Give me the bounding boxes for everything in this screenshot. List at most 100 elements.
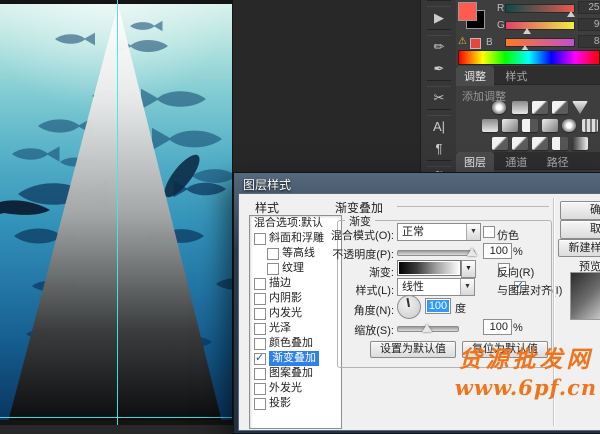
panel-grip[interactable] <box>427 80 451 87</box>
style-select[interactable]: 线性 ▼ <box>397 278 475 296</box>
gradient-preview-bar[interactable] <box>397 260 461 276</box>
invert-icon[interactable] <box>492 137 508 150</box>
scale-slider-thumb[interactable] <box>422 324 432 332</box>
threshold-icon[interactable] <box>532 137 548 150</box>
tab-adjustments[interactable]: 调整 <box>456 66 494 86</box>
green-channel-label: G <box>497 20 505 31</box>
new-style-button[interactable]: 新建样式(W)... <box>558 239 600 257</box>
panel-grip[interactable] <box>427 0 451 7</box>
panel-grip[interactable] <box>427 109 451 116</box>
vibrance-icon[interactable] <box>572 101 588 114</box>
actions-panel-icon[interactable]: ▶ <box>421 7 457 29</box>
gradient-map-icon[interactable] <box>552 137 568 150</box>
texture-checkbox[interactable] <box>267 263 279 275</box>
blend-mode-select[interactable]: 正常 ▼ <box>397 223 481 241</box>
color-spectrum-ramp[interactable] <box>458 50 600 65</box>
list-item-drop-shadow[interactable]: 投影 <box>250 396 341 411</box>
red-slider-thumb[interactable] <box>567 11 575 17</box>
brush-presets-panel-icon[interactable]: ✏ <box>421 36 457 58</box>
vertical-guide[interactable] <box>117 0 118 425</box>
color-overlay-checkbox[interactable] <box>254 338 266 350</box>
red-slider[interactable] <box>505 4 575 13</box>
contour-checkbox[interactable] <box>267 248 279 260</box>
underwater-photo-layer <box>0 4 232 420</box>
blue-slider[interactable] <box>505 38 575 47</box>
list-item-outer-glow[interactable]: 外发光 <box>250 381 341 396</box>
color-lookup-icon[interactable] <box>582 119 598 132</box>
posterize-icon[interactable] <box>512 137 528 150</box>
red-value[interactable]: 255 <box>578 1 600 14</box>
drop-shadow-checkbox[interactable] <box>254 398 266 410</box>
list-item-color-overlay[interactable]: 颜色叠加 <box>250 336 341 351</box>
angle-unit: 度 <box>455 300 466 316</box>
panel-grip[interactable] <box>427 160 451 167</box>
green-value[interactable]: 90 <box>578 18 600 31</box>
tab-styles[interactable]: 样式 <box>497 66 535 86</box>
gradient-picker-arrow[interactable]: ▼ <box>461 260 476 278</box>
style-value: 线性 <box>402 281 424 293</box>
dialog-title: 图层样式 <box>243 176 291 193</box>
foreground-color-swatch[interactable] <box>458 2 477 21</box>
opacity-slider-thumb[interactable] <box>467 248 477 256</box>
dither-label: 仿色 <box>497 227 519 243</box>
levels-icon[interactable] <box>512 101 528 114</box>
adjustments-tabbar: 调整 样式 <box>456 66 600 85</box>
angle-value: 100 <box>427 300 449 312</box>
curves-icon[interactable] <box>532 101 548 114</box>
black-white-icon[interactable] <box>522 119 538 132</box>
angle-needle <box>406 298 409 307</box>
gamut-warning-icon[interactable]: ⚠ <box>458 36 467 47</box>
scale-value[interactable]: 100 <box>483 319 512 335</box>
styles-list-header: 样式 <box>255 199 279 216</box>
chevron-down-icon: ▼ <box>460 279 474 295</box>
dither-checkbox[interactable] <box>483 226 495 238</box>
clone-source-panel-icon[interactable]: ✒ <box>421 58 457 80</box>
scale-unit: % <box>513 322 523 334</box>
channel-mixer-icon[interactable] <box>562 119 576 132</box>
tab-layers[interactable]: 图层 <box>456 152 494 172</box>
hue-saturation-icon[interactable] <box>482 119 498 132</box>
watermark-line2: www.6pf.cn <box>452 375 600 401</box>
tab-channels[interactable]: 通道 <box>497 152 535 172</box>
green-slider[interactable] <box>505 21 575 30</box>
opacity-unit: % <box>513 246 523 258</box>
panel-grip[interactable] <box>427 29 451 36</box>
list-item-gradient-overlay[interactable]: 渐变叠加 <box>250 351 341 366</box>
document-canvas[interactable] <box>0 0 233 425</box>
paragraph-panel-icon[interactable]: ¶ <box>421 138 457 160</box>
character-panel-icon[interactable]: A| <box>421 116 457 138</box>
tab-paths[interactable]: 路径 <box>539 152 577 172</box>
inner-glow-checkbox[interactable] <box>254 308 266 320</box>
pattern-overlay-checkbox[interactable] <box>254 368 266 380</box>
gradient-overlay-checkbox[interactable] <box>254 353 266 365</box>
satin-checkbox[interactable] <box>254 323 266 335</box>
outer-glow-checkbox[interactable] <box>254 383 266 395</box>
horizontal-guide[interactable] <box>0 417 232 418</box>
color-balance-icon[interactable] <box>502 119 518 132</box>
angle-dial[interactable] <box>397 295 421 319</box>
opacity-value[interactable]: 100 <box>483 243 512 259</box>
angle-input[interactable]: 100 <box>425 298 451 314</box>
stroke-checkbox[interactable] <box>254 278 266 290</box>
exposure-icon[interactable] <box>552 101 568 114</box>
list-item-pattern-overlay[interactable]: 图案叠加 <box>250 366 341 381</box>
tool-presets-panel-icon[interactable]: ✂ <box>421 87 457 109</box>
green-slider-thumb[interactable] <box>523 28 531 34</box>
bevel-emboss-checkbox[interactable] <box>254 233 266 245</box>
blue-value[interactable]: 84 <box>578 35 600 48</box>
ok-button[interactable]: 确定 <box>560 201 600 220</box>
panel-dock: R 255 G 90 ⚠ B 84 调整 样式 添加调整 <box>456 0 600 172</box>
red-channel-label: R <box>497 3 504 14</box>
cancel-button[interactable]: 取消 <box>560 220 600 239</box>
opacity-slider[interactable] <box>397 250 475 256</box>
selective-color-icon[interactable] <box>572 137 588 150</box>
set-default-button[interactable]: 设置为默认值 <box>370 341 456 358</box>
photo-filter-icon[interactable] <box>542 119 558 132</box>
blue-channel-label: B <box>486 37 493 48</box>
reverse-label: 反向(R) <box>497 264 534 280</box>
brightness-contrast-icon[interactable] <box>492 101 506 114</box>
inner-shadow-checkbox[interactable] <box>254 293 266 305</box>
gamut-swatch[interactable] <box>470 38 481 49</box>
chevron-down-icon: ▼ <box>466 224 480 240</box>
scale-slider[interactable] <box>397 326 459 332</box>
